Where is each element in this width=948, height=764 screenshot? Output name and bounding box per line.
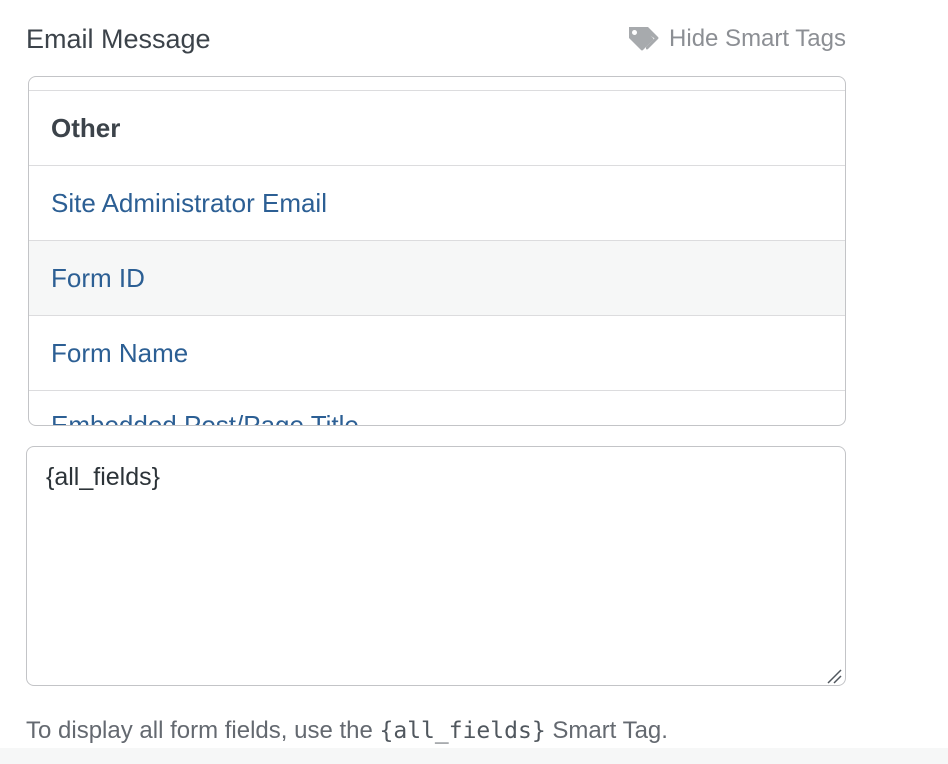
description-suffix: Smart Tag.: [545, 717, 668, 744]
bottom-divider: [0, 748, 948, 764]
smart-tag-form-id[interactable]: Form ID: [29, 240, 845, 315]
email-message-label: Email Message: [26, 24, 211, 54]
smart-tags-list-content: Other Site Administrator Email Form ID F…: [29, 90, 845, 425]
smart-tags-group-heading: Other: [29, 90, 845, 165]
smart-tag-site-admin-email[interactable]: Site Administrator Email: [29, 165, 845, 240]
smart-tag-form-name[interactable]: Form Name: [29, 315, 845, 390]
field-description: To display all form fields, use the {all…: [26, 714, 668, 748]
email-message-textarea[interactable]: {all_fields}: [26, 446, 846, 686]
field-header: Email Message Hide Smart Tags: [26, 22, 846, 56]
all-fields-code: {all_fields}: [379, 718, 546, 744]
smart-tags-list[interactable]: Other Site Administrator Email Form ID F…: [28, 76, 846, 426]
hide-smart-tags-link[interactable]: Hide Smart Tags: [627, 22, 846, 56]
tags-icon: [627, 25, 659, 53]
smart-tag-embedded-post-title[interactable]: Embedded Post/Page Title: [29, 390, 845, 425]
resize-handle-icon[interactable]: [826, 668, 842, 684]
description-prefix: To display all form fields, use the: [26, 717, 380, 744]
hide-smart-tags-label: Hide Smart Tags: [669, 25, 846, 52]
